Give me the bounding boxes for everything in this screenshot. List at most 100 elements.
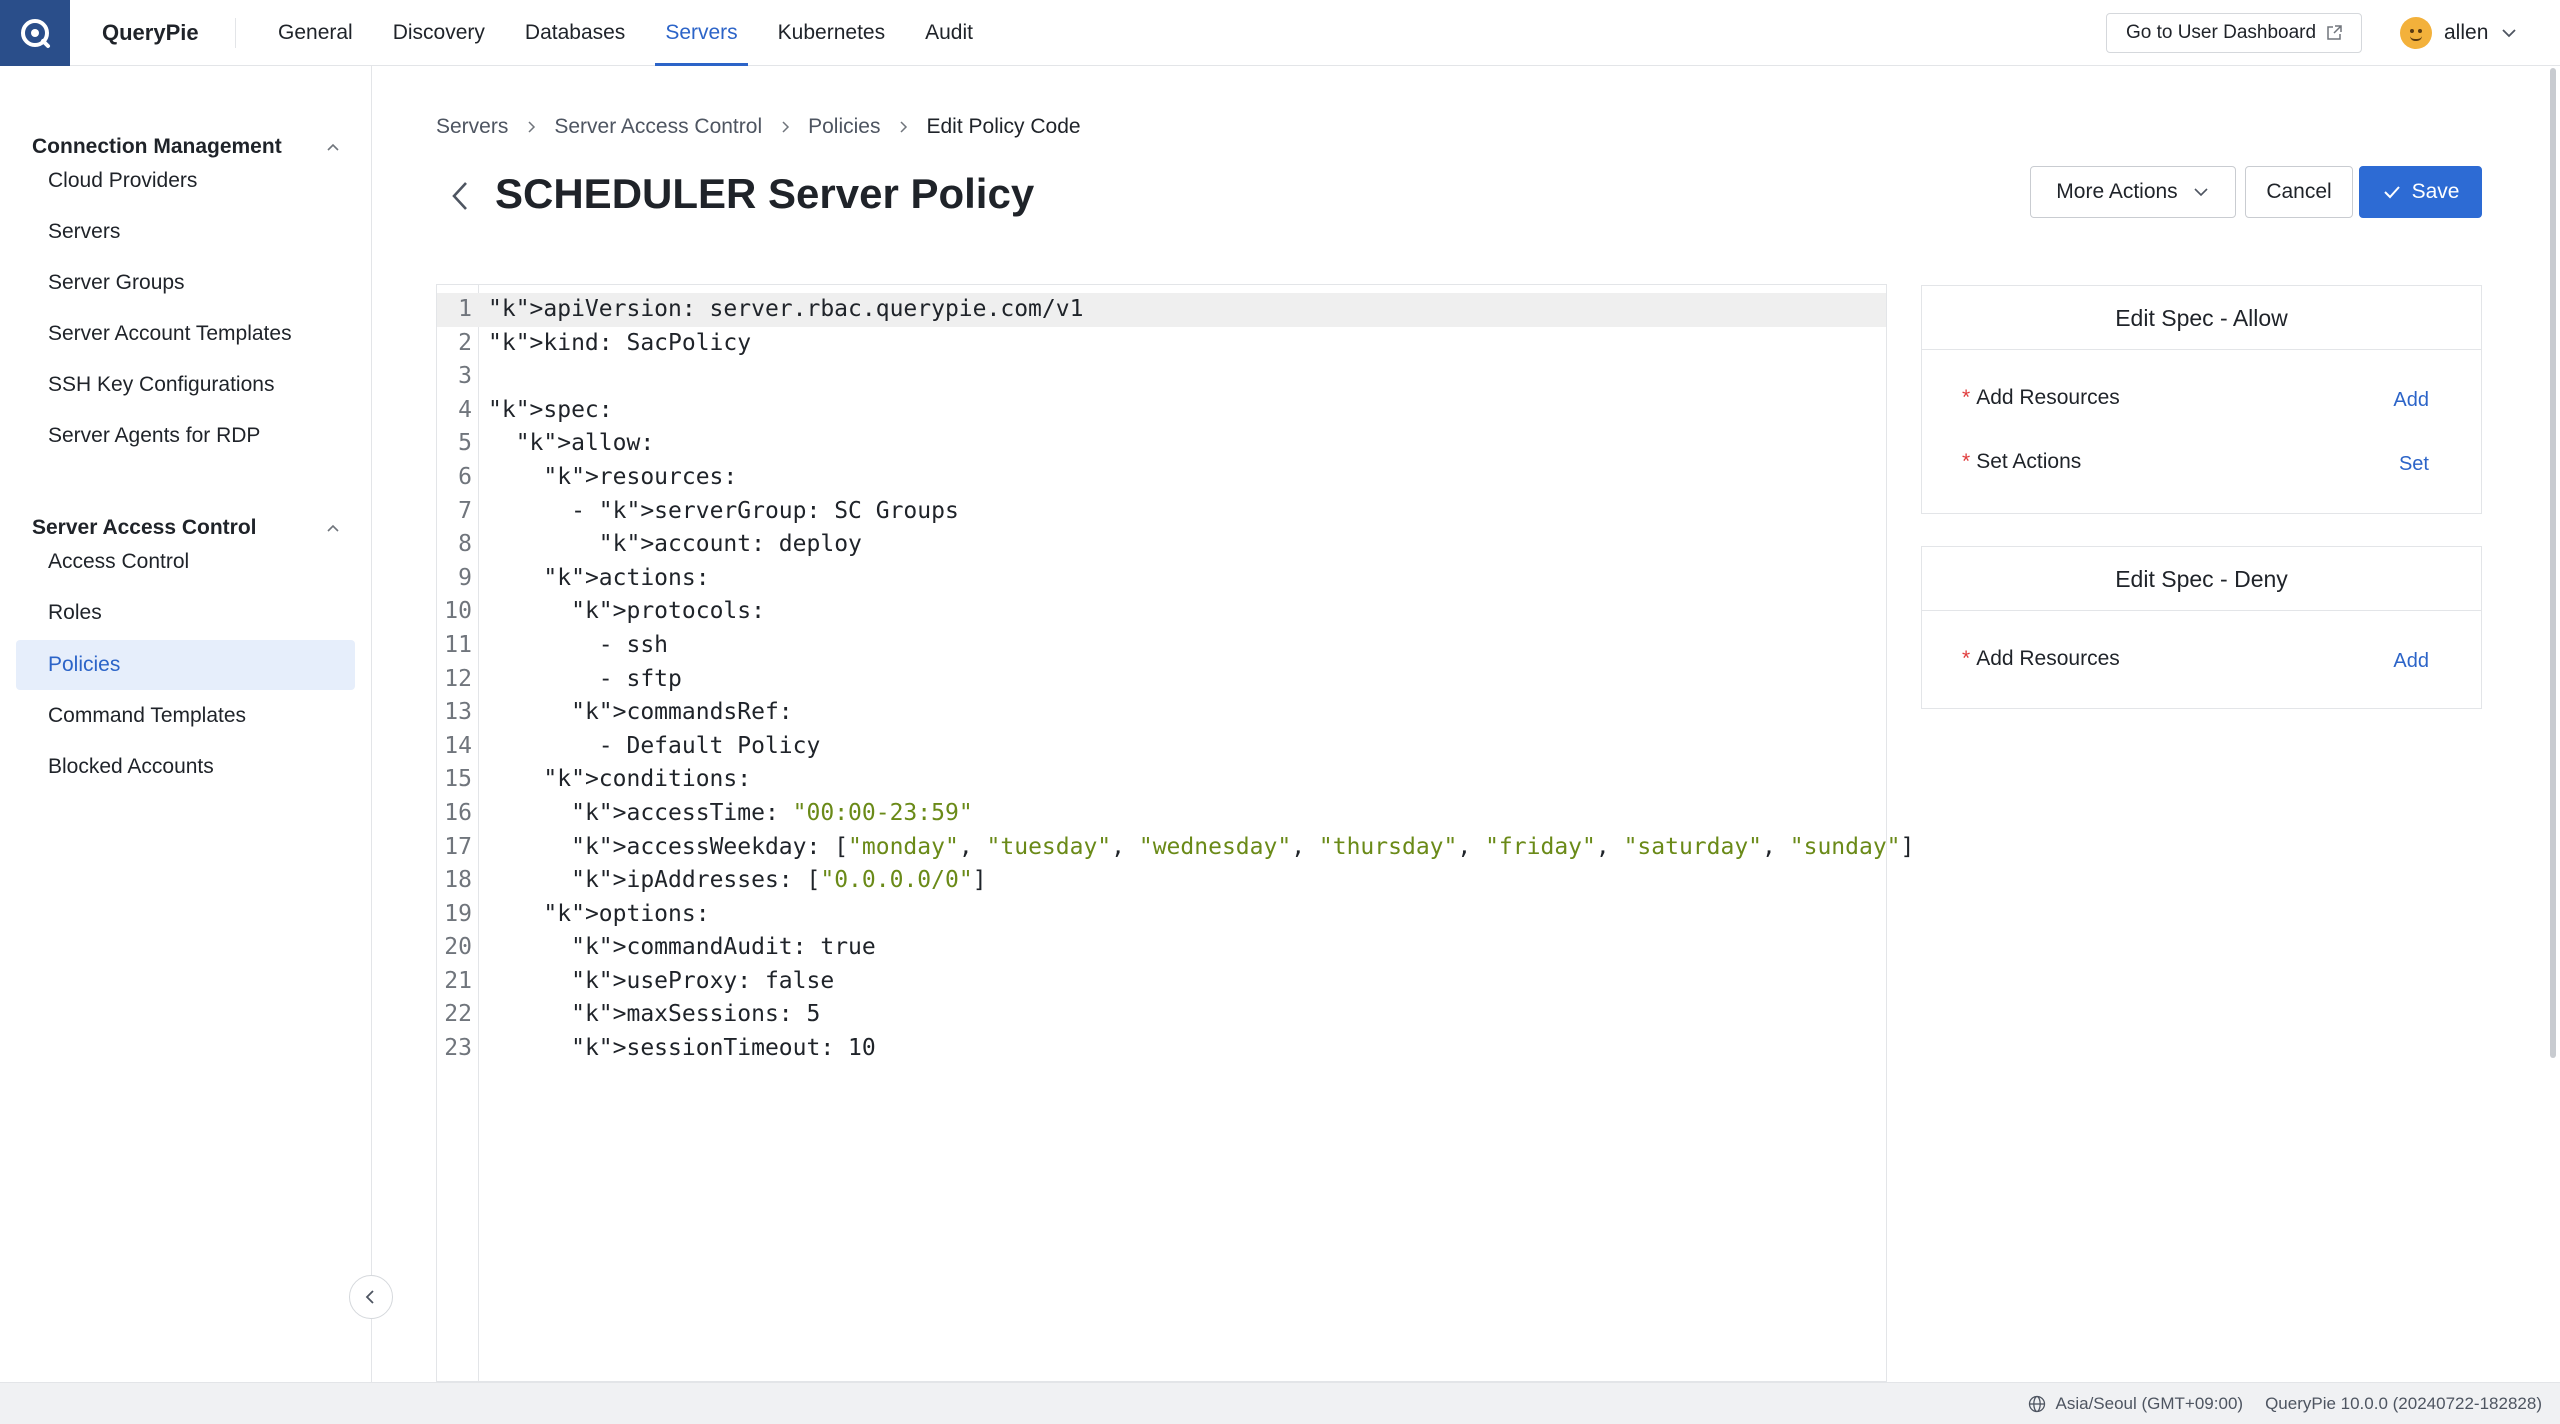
line-number: 13 bbox=[444, 699, 472, 726]
nav-tab-databases[interactable]: Databases bbox=[505, 0, 645, 66]
collapse-sidebar-button[interactable] bbox=[349, 1275, 393, 1319]
line-number: 23 bbox=[444, 1035, 472, 1062]
required-marker: * bbox=[1962, 647, 1971, 670]
code-line[interactable]: 5 "k">allow: bbox=[437, 427, 1886, 461]
line-number: 14 bbox=[444, 732, 472, 759]
go-to-user-dashboard-button[interactable]: Go to User Dashboard bbox=[2106, 13, 2362, 53]
nav-tab-discovery[interactable]: Discovery bbox=[373, 0, 505, 66]
check-icon bbox=[2383, 186, 2400, 199]
sidebar-item-policies[interactable]: Policies bbox=[16, 640, 355, 690]
sidebar-item-ssh-key-configurations[interactable]: SSH Key Configurations bbox=[16, 360, 355, 410]
code-line[interactable]: 3 bbox=[437, 360, 1886, 394]
code-text: "k">options: bbox=[543, 900, 710, 927]
spec-deny-resources-label: * Add Resources bbox=[1962, 627, 2120, 691]
code-line[interactable]: 6 "k">resources: bbox=[437, 461, 1886, 495]
external-link-icon bbox=[2327, 25, 2342, 40]
nav-tab-general[interactable]: General bbox=[258, 0, 373, 66]
username: allen bbox=[2444, 21, 2489, 44]
code-line[interactable]: 2 "k">kind: SacPolicy bbox=[437, 327, 1886, 361]
spec-allow-resources-label: * Add Resources bbox=[1962, 366, 2120, 430]
user-menu[interactable]: allen bbox=[2400, 13, 2518, 53]
code-text: "k">resources: bbox=[543, 463, 738, 490]
back-button[interactable] bbox=[440, 174, 480, 218]
chevron-right-icon bbox=[778, 120, 792, 134]
add-allow-resources-link[interactable]: Add bbox=[2393, 366, 2429, 430]
timezone-text: Asia/Seoul (GMT+09:00) bbox=[2055, 1393, 2244, 1413]
required-marker: * bbox=[1962, 386, 1971, 409]
add-deny-resources-link[interactable]: Add bbox=[2393, 627, 2429, 691]
code-line[interactable]: 19 "k">options: bbox=[437, 898, 1886, 932]
code-text: - "k">serverGroup: SC Groups bbox=[488, 497, 959, 524]
code-line[interactable]: 16 "k">accessTime: "00:00-23:59" bbox=[437, 797, 1886, 831]
more-actions-label: More Actions bbox=[2056, 180, 2178, 203]
line-number: 18 bbox=[444, 867, 472, 894]
line-number: 21 bbox=[444, 967, 472, 994]
code-text: "k">accessWeekday: ["monday", "tuesday",… bbox=[571, 833, 1915, 860]
breadcrumb-policies[interactable]: Policies bbox=[808, 115, 880, 139]
line-number: 16 bbox=[444, 799, 472, 826]
code-line[interactable]: 8 "k">account: deploy bbox=[437, 528, 1886, 562]
code-text: "k">protocols: bbox=[571, 598, 765, 625]
policy-code-editor[interactable]: 1 "k">apiVersion: server.rbac.querypie.co… bbox=[436, 284, 1914, 1382]
sidebar-item-command-templates[interactable]: Command Templates bbox=[16, 691, 355, 741]
line-number: 9 bbox=[458, 564, 472, 591]
breadcrumb-server-access-control[interactable]: Server Access Control bbox=[554, 115, 762, 139]
save-button[interactable]: Save bbox=[2359, 166, 2482, 218]
spec-deny-resources-row: * Add Resources Add bbox=[1922, 627, 2481, 691]
set-allow-actions-link[interactable]: Set bbox=[2399, 430, 2429, 494]
spec-allow-resources-text: Add Resources bbox=[1976, 386, 2120, 409]
code-line[interactable]: 4 "k">spec: bbox=[437, 394, 1886, 428]
code-line[interactable]: 18 "k">ipAddresses: ["0.0.0.0/0"] bbox=[437, 864, 1886, 898]
line-number: 10 bbox=[444, 598, 472, 625]
sidebar-item-blocked-accounts[interactable]: Blocked Accounts bbox=[16, 742, 355, 792]
chevron-up-icon bbox=[327, 524, 339, 532]
edit-spec-allow-panel: Edit Spec - Allow * Add Resources Add * Se… bbox=[1921, 285, 2482, 514]
line-number: 6 bbox=[458, 463, 472, 490]
sidebar-item-server-groups[interactable]: Server Groups bbox=[16, 258, 355, 308]
code-line[interactable]: 22 "k">maxSessions: 5 bbox=[437, 998, 1886, 1032]
code-text: "k">sessionTimeout: 10 bbox=[571, 1035, 876, 1062]
breadcrumb-servers[interactable]: Servers bbox=[436, 115, 508, 139]
line-number: 4 bbox=[458, 396, 472, 423]
save-label: Save bbox=[2411, 180, 2460, 203]
code-line[interactable]: 7 - "k">serverGroup: SC Groups bbox=[437, 495, 1886, 529]
timezone-indicator[interactable]: Asia/Seoul (GMT+09:00) bbox=[2028, 1393, 2244, 1414]
code-line[interactable]: 17 "k">accessWeekday: ["monday", "tuesda… bbox=[437, 831, 1914, 865]
nav-tab-audit[interactable]: Audit bbox=[905, 0, 993, 66]
code-line[interactable]: 15 "k">conditions: bbox=[437, 763, 1886, 797]
more-actions-button[interactable]: More Actions bbox=[2030, 166, 2236, 218]
sidebar-item-access-control[interactable]: Access Control bbox=[16, 537, 355, 587]
sidebar-item-servers[interactable]: Servers bbox=[16, 207, 355, 257]
chevron-down-icon bbox=[2194, 188, 2208, 197]
app-name: QueryPie bbox=[102, 20, 199, 45]
cancel-button[interactable]: Cancel bbox=[2245, 166, 2353, 218]
sidebar-item-server-account-templates[interactable]: Server Account Templates bbox=[16, 309, 355, 359]
sidebar-item-cloud-providers[interactable]: Cloud Providers bbox=[16, 156, 355, 206]
code-line[interactable]: 23 "k">sessionTimeout: 10 bbox=[437, 1032, 1886, 1066]
code-line[interactable]: 10 "k">protocols: bbox=[437, 595, 1886, 629]
code-line[interactable]: 11 - ssh bbox=[437, 629, 1886, 663]
nav-tab-kubernetes[interactable]: Kubernetes bbox=[758, 0, 905, 66]
spec-allow-actions-text: Set Actions bbox=[1976, 450, 2082, 473]
code-line[interactable]: 20 "k">commandAudit: true bbox=[437, 931, 1886, 965]
required-marker: * bbox=[1962, 450, 1971, 473]
code-text: "k">commandsRef: bbox=[571, 699, 793, 726]
user-dashboard-label: Go to User Dashboard bbox=[2125, 22, 2317, 43]
querypie-logo[interactable] bbox=[0, 0, 70, 66]
chevron-up-icon bbox=[327, 143, 339, 151]
sidebar-item-server-agents-for-rdp[interactable]: Server Agents for RDP bbox=[16, 411, 355, 461]
code-text: "k">useProxy: false bbox=[571, 967, 835, 994]
code-line[interactable]: 13 "k">commandsRef: bbox=[437, 696, 1886, 730]
sidebar-item-roles[interactable]: Roles bbox=[16, 588, 355, 638]
code-line[interactable]: 9 "k">actions: bbox=[437, 562, 1886, 596]
code-line[interactable]: 12 - sftp bbox=[437, 663, 1886, 697]
nav-tab-servers[interactable]: Servers bbox=[645, 0, 757, 66]
code-text: "k">allow: bbox=[515, 430, 655, 457]
code-line[interactable]: 21 "k">useProxy: false bbox=[437, 965, 1886, 999]
code-line[interactable]: 1 "k">apiVersion: server.rbac.querypie.co… bbox=[437, 293, 1886, 327]
page-scrollbar[interactable] bbox=[2550, 68, 2556, 1058]
nav-divider bbox=[235, 18, 236, 48]
line-number: 17 bbox=[444, 833, 472, 860]
code-line[interactable]: 14 - Default Policy bbox=[437, 730, 1886, 764]
globe-icon bbox=[2028, 1395, 2045, 1412]
